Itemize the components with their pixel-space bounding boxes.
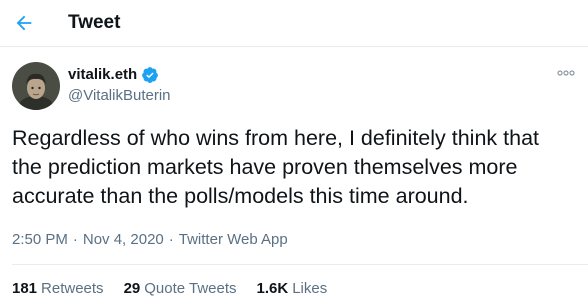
meta-separator: ·	[168, 231, 174, 248]
more-options-icon	[557, 70, 575, 76]
retweets-label: Retweets	[41, 280, 104, 297]
tweet-time[interactable]: 2:50 PM	[12, 230, 68, 250]
retweets-stat[interactable]: 181 Retweets	[12, 279, 104, 299]
author-handle[interactable]: @VitalikButerin	[68, 86, 171, 106]
back-button[interactable]	[5, 4, 43, 42]
verified-badge-icon	[141, 66, 159, 84]
author-display-name: vitalik.eth	[68, 66, 138, 83]
likes-label: Likes	[292, 280, 328, 297]
page-header: Tweet	[0, 0, 588, 47]
author-name[interactable]: vitalik.eth	[68, 65, 159, 85]
tweet-date[interactable]: Nov 4, 2020	[83, 230, 164, 250]
likes-count: 1.6K	[256, 280, 289, 297]
tweet-source[interactable]: Twitter Web App	[179, 230, 288, 250]
retweets-count: 181	[12, 280, 38, 297]
quote-tweets-count: 29	[123, 280, 141, 297]
avatar-image	[12, 62, 60, 110]
meta-separator: ·	[72, 231, 78, 248]
quote-tweets-label: Quote Tweets	[144, 280, 237, 297]
more-options-button[interactable]	[553, 63, 579, 83]
page-title: Tweet	[68, 12, 121, 33]
likes-stat[interactable]: 1.6K Likes	[257, 279, 328, 299]
avatar[interactable]	[12, 62, 60, 110]
divider	[12, 264, 588, 265]
quote-tweets-stat[interactable]: 29 Quote Tweets	[124, 279, 237, 299]
arrow-left-icon	[16, 15, 32, 31]
tweet-stats: 181 Retweets 29 Quote Tweets 1.6K Likes	[12, 279, 347, 299]
tweet-text: Regardless of who wins from here, I defi…	[12, 126, 540, 208]
tweet-metadata: 2:50 PM · Nov 4, 2020 · Twitter Web App	[12, 230, 288, 250]
